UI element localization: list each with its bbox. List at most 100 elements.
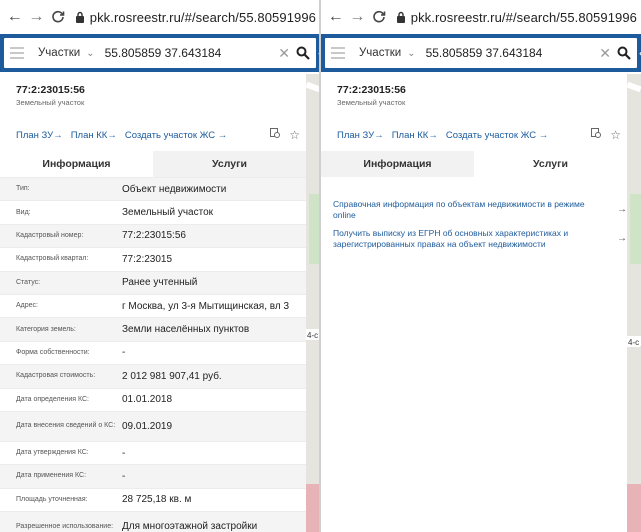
star-icon[interactable]: ☆ (610, 128, 621, 142)
info-row: Адрес: г Москва, ул 3-я Мытищинская, вл 3 (0, 294, 306, 317)
parcel-header: 77:2:23015:56 Земельный участок (321, 74, 627, 111)
tab-info[interactable]: Информация (0, 151, 153, 177)
info-row-key: Форма собственности: (16, 348, 90, 356)
info-row-key: Кадастровая стоимость: (16, 372, 96, 380)
info-row: Вид: Земельный участок (0, 200, 306, 224)
reload-button[interactable] (368, 6, 390, 28)
menu-icon[interactable] (10, 47, 24, 59)
parcel-number: 77:2:23015:56 (16, 84, 85, 96)
create-zhs-link[interactable]: Создать участок ЖС → (125, 130, 227, 141)
forward-button[interactable]: → (347, 6, 369, 28)
plan-zu-link[interactable]: План ЗУ→ (16, 130, 63, 141)
info-row-key: Дата внесения сведений о КС: (16, 422, 116, 430)
info-row-key: Разрешенное использование: (16, 522, 114, 530)
lock-icon (396, 11, 406, 23)
create-zhs-link[interactable]: Создать участок ЖС → (446, 130, 548, 141)
map-view[interactable]: 4-с (627, 74, 641, 532)
forward-button[interactable]: → (26, 6, 48, 28)
info-row-value: г Москва, ул 3-я Мытищинская, вл 3 (122, 300, 290, 312)
plan-zu-link[interactable]: План ЗУ→ (337, 130, 384, 141)
info-row-value: Земельный участок (122, 207, 214, 219)
info-row-key: Категория земель: (16, 325, 76, 333)
info-row-value: Ранее учтенный (122, 277, 198, 289)
info-row: Дата внесения сведений о КС: 09.01.2019 (0, 411, 306, 442)
search-input[interactable]: 55.805859 37.643184 (426, 46, 600, 60)
tab-bar: Информация Услуги (321, 151, 627, 177)
back-button[interactable]: ← (4, 6, 26, 28)
chevron-down-icon[interactable]: ⌄ (407, 48, 415, 59)
search-header: Участки ⌄ 55.805859 37.643184 ✕ ‹ (321, 34, 641, 72)
info-row: Площадь уточненная: 28 725,18 кв. м (0, 488, 306, 511)
info-row-value: - (122, 347, 126, 359)
info-row-key: Кадастровый номер: (16, 231, 84, 239)
info-row: Дата определения КС: 01.01.2018 (0, 388, 306, 411)
map-road-label: 4-с (306, 331, 320, 340)
browser-toolbar: ← → pkk.rosreestr.ru/#/search/55.8059199… (321, 0, 641, 34)
info-row: Форма собственности: - (0, 341, 306, 364)
menu-icon[interactable] (331, 47, 345, 59)
info-row: Тип: Объект недвижимости (0, 177, 306, 201)
copy-icon[interactable] (270, 128, 281, 142)
clear-icon[interactable]: ✕ (278, 45, 290, 62)
search-header: Участки ⌄ 55.805859 37.643184 ✕ ‹ (0, 34, 320, 72)
address-bar[interactable]: pkk.rosreestr.ru/#/search/55.80591996 (411, 10, 637, 25)
right-window: ← → pkk.rosreestr.ru/#/search/55.8059199… (321, 0, 641, 532)
info-row: Кадастровая стоимость: 2 012 981 907,41 р… (0, 364, 306, 389)
info-row-key: Дата применения КС: (16, 472, 87, 480)
service-link[interactable]: Справочная информация по объектам недвиж… (333, 199, 627, 220)
info-row-key: Статус: (16, 278, 41, 286)
map-view[interactable]: 4-с (306, 74, 320, 532)
search-bar: Участки ⌄ 55.805859 37.643184 ✕ (325, 38, 637, 68)
parcel-kind: Земельный участок (16, 98, 85, 107)
address-bar[interactable]: pkk.rosreestr.ru/#/search/55.80591996 (90, 10, 316, 25)
info-row-key: Тип: (16, 185, 30, 193)
tab-bar: Информация Услуги (0, 151, 306, 177)
back-button[interactable]: ← (325, 6, 347, 28)
chevron-down-icon[interactable]: ⌄ (86, 48, 94, 59)
parcel-header: 77:2:23015:56 Земельный участок (0, 74, 306, 111)
info-row: Кадастровый квартал: 77:2:23015 (0, 247, 306, 271)
info-row-value: - (122, 447, 126, 459)
info-row-key: Дата утверждения КС: (16, 449, 89, 457)
info-row: Разрешенное использование: Для многоэтажн… (0, 511, 306, 532)
parcel-number: 77:2:23015:56 (337, 84, 406, 96)
services-panel: 77:2:23015:56 Земельный участок План ЗУ→… (321, 74, 627, 532)
reload-icon (52, 10, 65, 23)
info-row-value: 01.01.2018 (122, 394, 173, 406)
info-row-key: Дата определения КС: (16, 395, 89, 403)
info-row-key: Площадь уточненная: (16, 495, 88, 503)
search-type-select[interactable]: Участки (38, 47, 80, 59)
info-row-key: Кадастровый квартал: (16, 255, 89, 263)
service-label: Справочная информация по объектам недвиж… (333, 199, 585, 220)
plan-kk-link[interactable]: План КК→ (71, 130, 117, 141)
search-bar: Участки ⌄ 55.805859 37.643184 ✕ (4, 38, 316, 68)
star-icon[interactable]: ☆ (289, 128, 300, 142)
info-table: Тип: Объект недвижимости Вид: Земельный уча… (0, 177, 306, 532)
service-link[interactable]: Получить выписку из ЕГРН об основных хар… (333, 228, 627, 249)
info-row-value: Объект недвижимости (122, 183, 227, 195)
copy-icon[interactable] (591, 128, 602, 142)
arrow-right-icon: → (617, 204, 627, 215)
info-panel: 77:2:23015:56 Земельный участок План ЗУ→… (0, 74, 306, 532)
reload-button[interactable] (47, 6, 69, 28)
search-icon[interactable] (296, 46, 310, 60)
parcel-kind: Земельный участок (337, 98, 406, 107)
arrow-right-icon: → (617, 233, 627, 244)
browser-toolbar: ← → pkk.rosreestr.ru/#/search/55.8059199… (0, 0, 320, 34)
tab-services[interactable]: Услуги (153, 151, 306, 177)
info-row-value: 09.01.2019 (122, 420, 173, 432)
map-road-label: 4-с (627, 338, 641, 347)
info-row: Статус: Ранее учтенный (0, 271, 306, 295)
info-row-value: Земли населённых пунктов (122, 324, 250, 336)
clear-icon[interactable]: ✕ (599, 45, 611, 62)
action-links: План ЗУ→ План КК→ Создать участок ЖС → ☆ (0, 111, 306, 145)
plan-kk-link[interactable]: План КК→ (392, 130, 438, 141)
tab-services[interactable]: Услуги (474, 151, 627, 177)
info-row-value: Для многоэтажной застройки (122, 521, 258, 532)
lock-icon (75, 11, 85, 23)
search-type-select[interactable]: Участки (359, 47, 401, 59)
search-icon[interactable] (617, 46, 631, 60)
tab-info[interactable]: Информация (321, 151, 474, 177)
info-row-key: Адрес: (16, 302, 38, 310)
search-input[interactable]: 55.805859 37.643184 (105, 46, 279, 60)
